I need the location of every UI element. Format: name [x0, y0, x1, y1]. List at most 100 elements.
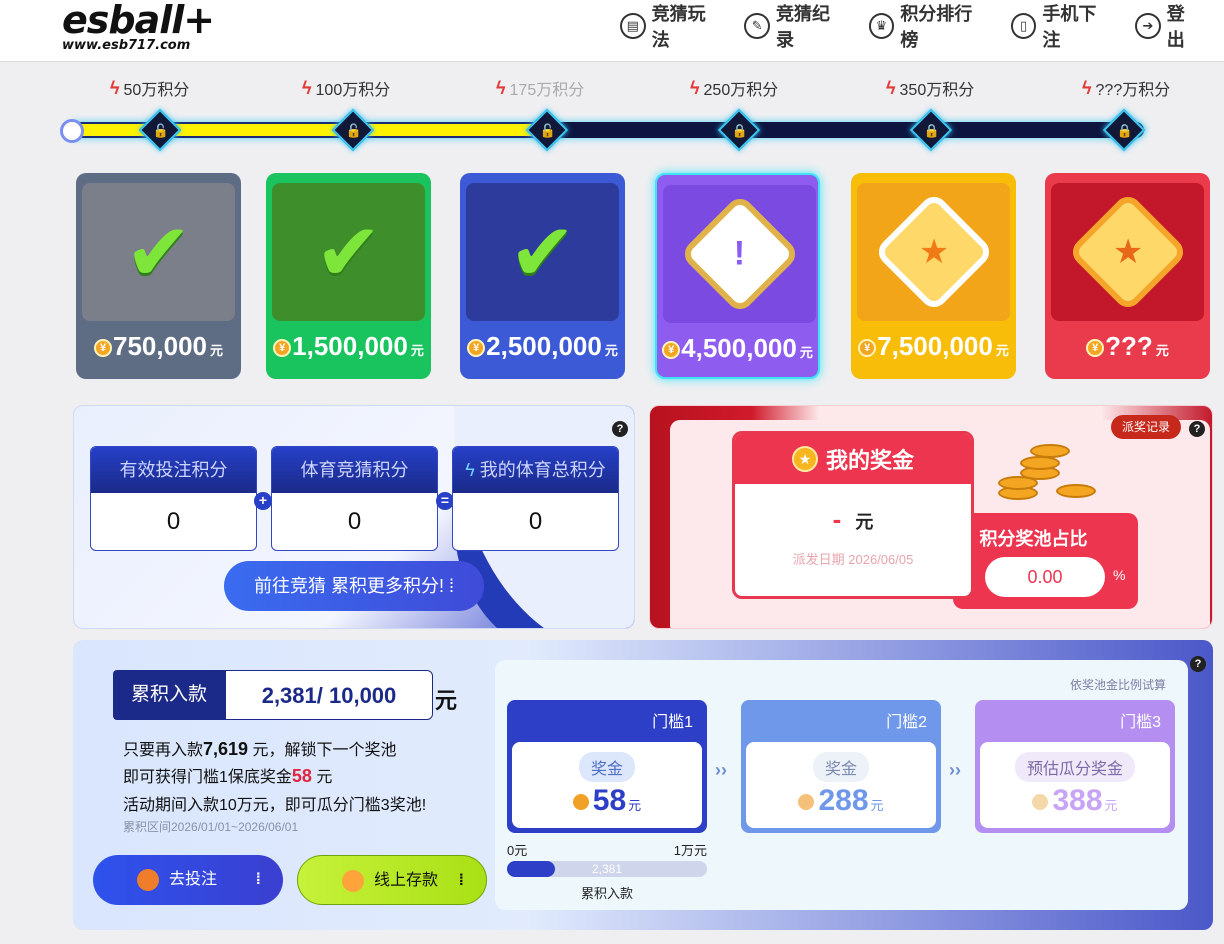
ratio-value: 0.00 — [985, 557, 1105, 597]
site-logo[interactable]: esball+ www.esb717.com — [62, 0, 215, 53]
payout-record-button[interactable]: 派奖记录 — [1111, 415, 1181, 439]
arrow-icon: ⁞ — [255, 871, 261, 888]
star-badge-icon: ★ — [872, 191, 995, 313]
bonus-panel: 派奖记录 ? 积分奖池占比 0.00 % ★ 我的奖金 -元 派发日期 2026… — [649, 405, 1213, 629]
milestone-label: ϟ 250万积分 — [690, 77, 779, 100]
tier-card-3[interactable]: ✔ ¥2,500,000 元 — [460, 173, 625, 379]
score-value: 0 — [528, 508, 543, 535]
help-icon[interactable]: ? — [1189, 421, 1205, 437]
coin-icon — [572, 794, 589, 811]
coin-icon: ¥ — [94, 339, 112, 358]
threshold-amount: 388 元 — [980, 784, 1170, 818]
logo-text: esball+ — [62, 0, 215, 42]
score-value: 0 — [166, 508, 181, 535]
calc-note: 依奖池金比例试算 — [1069, 678, 1166, 692]
tier-amount: ¥??? 元 — [1045, 331, 1210, 362]
tier-amount: ¥1,500,000 元 — [266, 331, 431, 362]
tier-image: ★ — [857, 183, 1010, 321]
go-betting-button[interactable]: 前往竞猜 累积更多积分! ⁞ — [224, 561, 484, 611]
progress-start-label: 0元 — [507, 843, 528, 858]
deposit-label: 累积入款 — [113, 670, 225, 720]
milestone-label: ϟ 50万积分 — [110, 77, 190, 100]
online-deposit-button[interactable]: 线上存款 ⁞ — [297, 855, 487, 905]
tier-amount: ¥7,500,000 元 — [851, 331, 1016, 362]
note-icon: ✎ — [744, 13, 770, 39]
main-nav: ▤ 竞猜玩法 ✎ 竞猜纪录 ♛ 积分排行榜 ▯ 手机下注 ➔ 登出 — [620, 4, 1224, 50]
score-label: 体育竞猜积分 — [272, 447, 437, 493]
bolt-icon: ϟ — [1082, 77, 1092, 98]
tier-card-6[interactable]: ★ ¥??? 元 — [1045, 173, 1210, 379]
trophy-icon: ♛ — [868, 13, 895, 39]
help-icon[interactable]: ? — [1190, 656, 1206, 672]
deposit-desc-line3: 活动期间入款10万元，即可瓜分门槛3奖池! — [123, 797, 427, 814]
milestone-progress: ϟ 50万积分 ϟ 100万积分 ϟ 175万积分 ϟ 250万积分 ϟ 350万积分 ϟ… — [60, 70, 1170, 160]
lock-icon: 🔓 — [525, 108, 569, 152]
tier-image: ! — [663, 185, 816, 323]
tier-card-2[interactable]: ✔ ¥1,500,000 元 — [266, 173, 431, 379]
deposit-value: 2,381/ 10,000 — [225, 670, 433, 720]
reward-tiers: ✔ ¥750,000 元 ✔ ¥1,500,000 元 ✔ ¥2,500,000 元 … — [76, 173, 1212, 381]
bolt-icon: ϟ — [886, 77, 896, 98]
bolt-icon: ϟ — [690, 77, 700, 98]
deposit-period: 累积区间2026/01/01~2026/06/01 — [123, 820, 299, 834]
threshold-area: 依奖池金比例试算 门槛1 奖金 58 元 ›› 门槛2 奖金 288 元 ›› 门槛… — [495, 660, 1188, 910]
ratio-label: 积分奖池占比 — [979, 529, 1088, 549]
tier-card-4[interactable]: ! ¥4,500,000 元 — [655, 173, 820, 379]
bolt-icon: ϟ — [110, 77, 120, 98]
chevrons-icon: ›› — [715, 760, 727, 780]
lock-icon: 🔒 — [717, 108, 761, 152]
threshold-card-3: 门槛3 预估瓜分奖金 388 元 — [975, 700, 1175, 833]
nav-records[interactable]: ✎ 竞猜纪录 — [744, 4, 846, 50]
nav-mobile-bet[interactable]: ▯ 手机下注 — [1010, 4, 1113, 50]
tier-amount: ¥4,500,000 元 — [657, 333, 818, 364]
deposit-progress-bar: 2,381 — [507, 861, 707, 877]
my-bonus-title: ★ 我的奖金 — [735, 434, 971, 484]
tier-image: ✔ — [272, 183, 425, 321]
logout-icon: ➔ — [1135, 13, 1161, 39]
ratio-unit: % — [1113, 567, 1126, 583]
score-panel: ? 有效投注积分 0 + 体育竞猜积分 0 = ϟ 我的体育总积分 0 前往竞猜… — [73, 405, 635, 629]
nav-rules[interactable]: ▤ 竞猜玩法 — [620, 4, 722, 50]
nav-leaderboard[interactable]: ♛ 积分排行榜 — [868, 4, 989, 50]
coin-icon — [1032, 794, 1049, 811]
score-value: 0 — [347, 508, 362, 535]
crown-badge-icon: ★ — [1066, 191, 1189, 313]
progress-caption: 累积入款 — [580, 886, 633, 901]
deposit-progress: 0元 1万元 2,381 累积入款 — [507, 840, 707, 902]
bolt-icon: ϟ — [302, 77, 312, 98]
tier-amount: ¥2,500,000 元 — [460, 331, 625, 362]
milestone-label: ϟ ???万积分 — [1082, 77, 1171, 100]
top-header: esball+ www.esb717.com ▤ 竞猜玩法 ✎ 竞猜纪录 ♛ 积… — [0, 0, 1224, 62]
tier-card-1[interactable]: ✔ ¥750,000 元 — [76, 173, 241, 379]
book-icon: ▤ — [620, 13, 646, 39]
diamond-badge-icon: ! — [678, 193, 801, 315]
threshold-inner: 预估瓜分奖金 388 元 — [980, 742, 1170, 828]
check-icon: ✔ — [124, 207, 193, 297]
threshold-title: 门槛2 — [886, 714, 927, 731]
progress-start-dot — [60, 119, 84, 143]
tier-image: ★ — [1051, 183, 1204, 321]
coin-icon — [798, 794, 815, 811]
threshold-card-2: 门槛2 奖金 288 元 — [741, 700, 941, 833]
lock-icon: 🔓 — [331, 108, 375, 152]
nav-label: 竞猜纪录 — [775, 4, 830, 50]
payout-date: 派发日期 2026/06/05 — [792, 552, 914, 567]
tier-card-5[interactable]: ★ ¥7,500,000 元 — [851, 173, 1016, 379]
star-coin-icon: ★ — [791, 446, 818, 472]
my-bonus-value: -元 — [832, 504, 874, 534]
threshold-title: 门槛3 — [1120, 714, 1161, 731]
coin-icon: ¥ — [1086, 339, 1105, 358]
deposit-unit: 元 — [435, 688, 458, 713]
go-bet-button[interactable]: 去投注 ⁞ — [93, 855, 283, 905]
nav-label: 竞猜玩法 — [651, 4, 706, 50]
deposit-desc-line1: 只要再入款7,619 元，解锁下一个奖池 — [123, 739, 397, 759]
valid-bet-score: 有效投注积分 0 — [90, 446, 257, 551]
phone-icon: ▯ — [1010, 13, 1037, 39]
help-icon[interactable]: ? — [612, 421, 628, 437]
nav-logout[interactable]: ➔ 登出 — [1135, 4, 1202, 50]
lock-icon: 🔒 — [909, 108, 953, 152]
threshold-inner: 奖金 288 元 — [746, 742, 936, 828]
coin-icon: ¥ — [467, 339, 486, 358]
coin-icon: ¥ — [662, 341, 681, 360]
progress-end-label: 1万元 — [673, 843, 707, 858]
